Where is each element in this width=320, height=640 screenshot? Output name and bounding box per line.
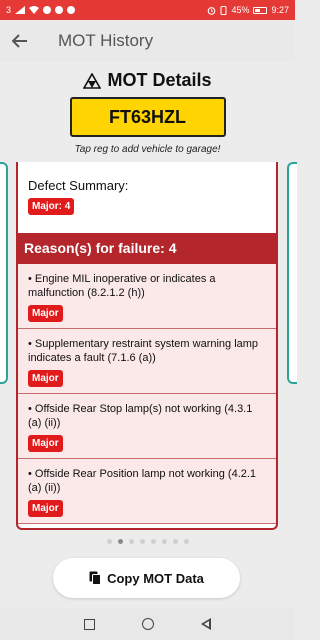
failure-reason: • Offside Rear Stop lamp(s) not working … xyxy=(18,394,276,459)
system-nav-bar xyxy=(0,608,295,640)
wifi-icon xyxy=(29,6,40,14)
page-dot[interactable] xyxy=(183,539,189,544)
notification-icon xyxy=(55,6,64,14)
defect-summary: Defect Summary: Major: 4 xyxy=(18,162,276,223)
carrier-label: 3 xyxy=(6,5,12,15)
sync-icon xyxy=(67,6,76,14)
app-bar-title: MOT History xyxy=(58,31,154,50)
vibrate-icon xyxy=(220,5,227,15)
registration-plate-button[interactable]: FT63HZL xyxy=(69,97,226,137)
severity-badge: Major xyxy=(28,435,63,452)
signal-icon xyxy=(15,6,26,14)
page-dot[interactable] xyxy=(128,539,134,544)
home-button[interactable] xyxy=(141,618,154,630)
copy-button-label: Copy MOT Data xyxy=(107,570,204,586)
major-count-badge: Major: 4 xyxy=(28,198,75,215)
failure-reason-text: • Supplementary restraint system warning… xyxy=(28,338,259,364)
next-test-card[interactable] xyxy=(287,162,297,384)
severity-badge: Major xyxy=(28,305,63,322)
page-title: MOT Details xyxy=(0,70,295,91)
back-button[interactable] xyxy=(0,20,40,62)
system-back-button[interactable] xyxy=(201,618,212,630)
page-dot[interactable] xyxy=(139,539,145,544)
failure-heading: Reason(s) for failure: 4 xyxy=(18,233,276,264)
arrow-left-icon xyxy=(12,34,27,48)
failure-reason-text: • Engine MIL inoperative or indicates a … xyxy=(28,273,216,299)
page-dot[interactable] xyxy=(172,539,178,544)
mot-header: MOT Details FT63HZL Tap reg to add vehic… xyxy=(0,62,295,155)
failure-reason: • Offside Rear Position lamp not working… xyxy=(18,459,276,524)
page-dot[interactable] xyxy=(150,539,156,544)
status-bar: 3 45% 9:27 xyxy=(0,0,295,20)
app-bar: MOT History xyxy=(0,20,295,62)
recents-button[interactable] xyxy=(83,618,95,630)
page-dot[interactable] xyxy=(117,539,123,544)
alarm-icon xyxy=(208,6,216,15)
page-indicator xyxy=(0,539,295,544)
messenger-icon xyxy=(43,6,52,14)
mot-test-card: Defect Summary: Major: 4 Reason(s) for f… xyxy=(16,162,278,530)
battery-icon xyxy=(253,6,268,14)
page-dot[interactable] xyxy=(106,539,112,544)
clock: 9:27 xyxy=(271,5,289,15)
severity-badge: Major xyxy=(28,370,63,387)
failure-reason-text: • Offside Rear Position lamp not working… xyxy=(28,468,257,494)
page-title-text: MOT Details xyxy=(107,70,212,90)
copy-icon xyxy=(89,571,102,585)
failure-reason: • Supplementary restraint system warning… xyxy=(18,329,276,394)
previous-test-card[interactable] xyxy=(0,162,8,384)
mot-tester-icon xyxy=(83,72,102,89)
copy-mot-data-button[interactable]: Copy MOT Data xyxy=(53,558,240,598)
severity-badge: Major xyxy=(28,500,63,517)
failure-reason: • Engine MIL inoperative or indicates a … xyxy=(18,264,276,329)
failure-reason-text: • Offside Rear Stop lamp(s) not working … xyxy=(28,403,253,429)
garage-hint: Tap reg to add vehicle to garage! xyxy=(74,144,221,155)
page-dot[interactable] xyxy=(161,539,167,544)
defect-summary-title: Defect Summary: xyxy=(28,178,129,193)
battery-percent: 45% xyxy=(231,5,250,15)
